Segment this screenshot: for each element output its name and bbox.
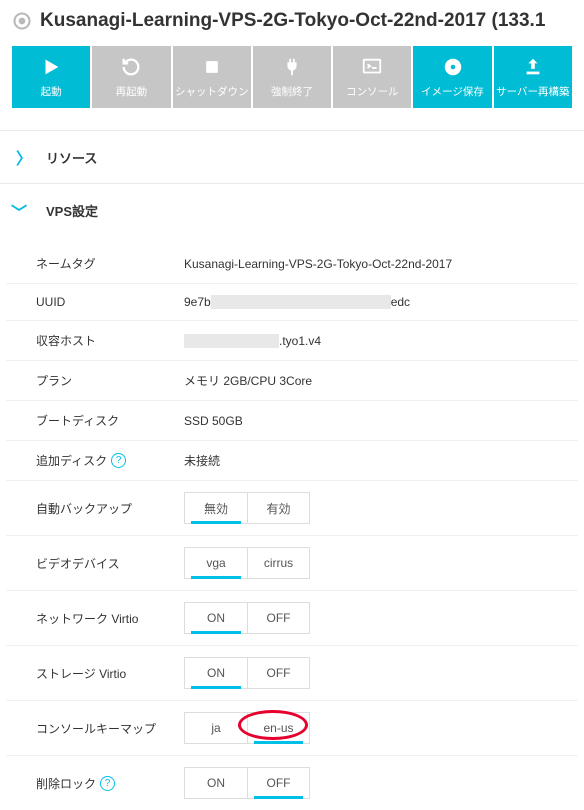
value: ONOFF <box>184 767 578 799</box>
row-video: ビデオデバイス vgacirrus <box>6 535 578 590</box>
toolbar-label: 強制終了 <box>271 84 313 99</box>
label: ストレージ Virtio <box>6 665 184 682</box>
play-icon <box>40 56 62 78</box>
chevron-down-icon: 〉 <box>8 204 32 216</box>
help-icon[interactable]: ? <box>111 453 126 468</box>
terminal-icon <box>361 56 383 78</box>
toggle-stovirtio-off[interactable]: OFF <box>247 658 309 688</box>
toolbar-disk-button[interactable]: イメージ保存 <box>413 46 491 108</box>
upload-icon <box>522 56 544 78</box>
toolbar-label: コンソール <box>346 84 399 99</box>
label: UUID <box>6 295 184 309</box>
value: .tyo1.v4 <box>184 334 578 348</box>
redacted <box>211 295 391 309</box>
chevron-right-icon: 〉 <box>16 145 28 169</box>
section-title: VPS設定 <box>46 201 98 220</box>
row-nametag: ネームタグ Kusanagi-Learning-VPS-2G-Tokyo-Oct… <box>6 244 578 283</box>
row-network-virtio: ネットワーク Virtio ONOFF <box>6 590 578 645</box>
toggle-video-vga[interactable]: vga <box>185 548 247 578</box>
toolbar-upload-button[interactable]: サーバー再構築 <box>494 46 572 108</box>
row-delete-lock: 削除ロック ? ONOFF <box>6 755 578 810</box>
value: jaen-us <box>184 712 578 744</box>
toggle-stovirtio-on[interactable]: ON <box>185 658 247 688</box>
toolbar-label: 起動 <box>41 84 62 99</box>
toggle-video-cirrus[interactable]: cirrus <box>247 548 309 578</box>
toggle-backup-無効[interactable]: 無効 <box>185 493 247 523</box>
row-backup: 自動バックアップ 無効有効 <box>6 480 578 535</box>
label-text: 追加ディスク <box>36 452 107 469</box>
section-resources[interactable]: 〉 リソース <box>0 130 584 183</box>
reload-icon <box>120 56 142 78</box>
row-storage-virtio: ストレージ Virtio ONOFF <box>6 645 578 700</box>
toggle-stovirtio: ONOFF <box>184 657 310 689</box>
label: ネームタグ <box>6 255 184 272</box>
toolbar-terminal-button[interactable]: コンソール <box>333 46 411 108</box>
toggle-keymap: jaen-us <box>184 712 310 744</box>
action-toolbar: 起動 再起動 シャットダウン 強制終了 コンソール イメージ保存サーバー再構築 <box>0 46 584 130</box>
toggle-netvirtio-on[interactable]: ON <box>185 603 247 633</box>
vps-settings-body: ネームタグ Kusanagi-Learning-VPS-2G-Tokyo-Oct… <box>0 236 584 810</box>
value: 9e7b edc <box>184 295 578 309</box>
section-title: リソース <box>46 148 97 167</box>
label: ネットワーク Virtio <box>6 610 184 627</box>
label: プラン <box>6 372 184 389</box>
value: 未接続 <box>184 452 578 469</box>
toggle-netvirtio: ONOFF <box>184 602 310 634</box>
toolbar-label: イメージ保存 <box>421 84 484 99</box>
value: 無効有効 <box>184 492 578 524</box>
help-icon[interactable]: ? <box>100 776 115 791</box>
value: ONOFF <box>184 657 578 689</box>
toggle-dellock-off[interactable]: OFF <box>247 768 309 798</box>
label-text: 削除ロック <box>36 775 96 792</box>
host-suffix: .tyo1.v4 <box>279 334 321 348</box>
toolbar-stop-button[interactable]: シャットダウン <box>173 46 251 108</box>
row-bootdisk: ブートディスク SSD 50GB <box>6 400 578 440</box>
toggle-netvirtio-off[interactable]: OFF <box>247 603 309 633</box>
label: 追加ディスク ? <box>6 452 184 469</box>
redacted <box>184 334 279 348</box>
row-extradisk: 追加ディスク ? 未接続 <box>6 440 578 480</box>
label: 収容ホスト <box>6 332 184 349</box>
row-uuid: UUID 9e7b edc <box>6 283 578 320</box>
toolbar-label: サーバー再構築 <box>496 84 569 99</box>
uuid-prefix: 9e7b <box>184 295 211 309</box>
label: ビデオデバイス <box>6 555 184 572</box>
row-plan: プラン メモリ 2GB/CPU 3Core <box>6 360 578 400</box>
toggle-backup-有効[interactable]: 有効 <box>247 493 309 523</box>
toggle-backup: 無効有効 <box>184 492 310 524</box>
value: Kusanagi-Learning-VPS-2G-Tokyo-Oct-22nd-… <box>184 257 578 271</box>
plug-icon <box>281 56 303 78</box>
toggle-dellock-on[interactable]: ON <box>185 768 247 798</box>
toolbar-reload-button[interactable]: 再起動 <box>92 46 170 108</box>
toggle-keymap-en-us[interactable]: en-us <box>247 713 309 743</box>
value: vgacirrus <box>184 547 578 579</box>
row-keymap: コンソールキーマップ jaen-us <box>6 700 578 755</box>
row-host: 収容ホスト .tyo1.v4 <box>6 320 578 360</box>
page-title: Kusanagi-Learning-VPS-2G-Tokyo-Oct-22nd-… <box>40 10 545 32</box>
label: ブートディスク <box>6 412 184 429</box>
toolbar-label: 再起動 <box>116 84 148 99</box>
label: コンソールキーマップ <box>6 720 184 737</box>
toggle-keymap-ja[interactable]: ja <box>185 713 247 743</box>
value: SSD 50GB <box>184 414 578 428</box>
disk-icon <box>442 56 464 78</box>
page-header: Kusanagi-Learning-VPS-2G-Tokyo-Oct-22nd-… <box>0 0 584 46</box>
value: メモリ 2GB/CPU 3Core <box>184 372 578 389</box>
section-vps-settings[interactable]: 〉 VPS設定 <box>0 183 584 236</box>
toggle-video: vgacirrus <box>184 547 310 579</box>
stop-icon <box>201 56 223 78</box>
value: ONOFF <box>184 602 578 634</box>
toolbar-play-button[interactable]: 起動 <box>12 46 90 108</box>
label: 自動バックアップ <box>6 500 184 517</box>
label: 削除ロック ? <box>6 775 184 792</box>
uuid-suffix: edc <box>391 295 410 309</box>
toolbar-label: シャットダウン <box>175 84 249 99</box>
power-icon <box>12 11 32 31</box>
toolbar-plug-button[interactable]: 強制終了 <box>253 46 331 108</box>
toggle-dellock: ONOFF <box>184 767 310 799</box>
